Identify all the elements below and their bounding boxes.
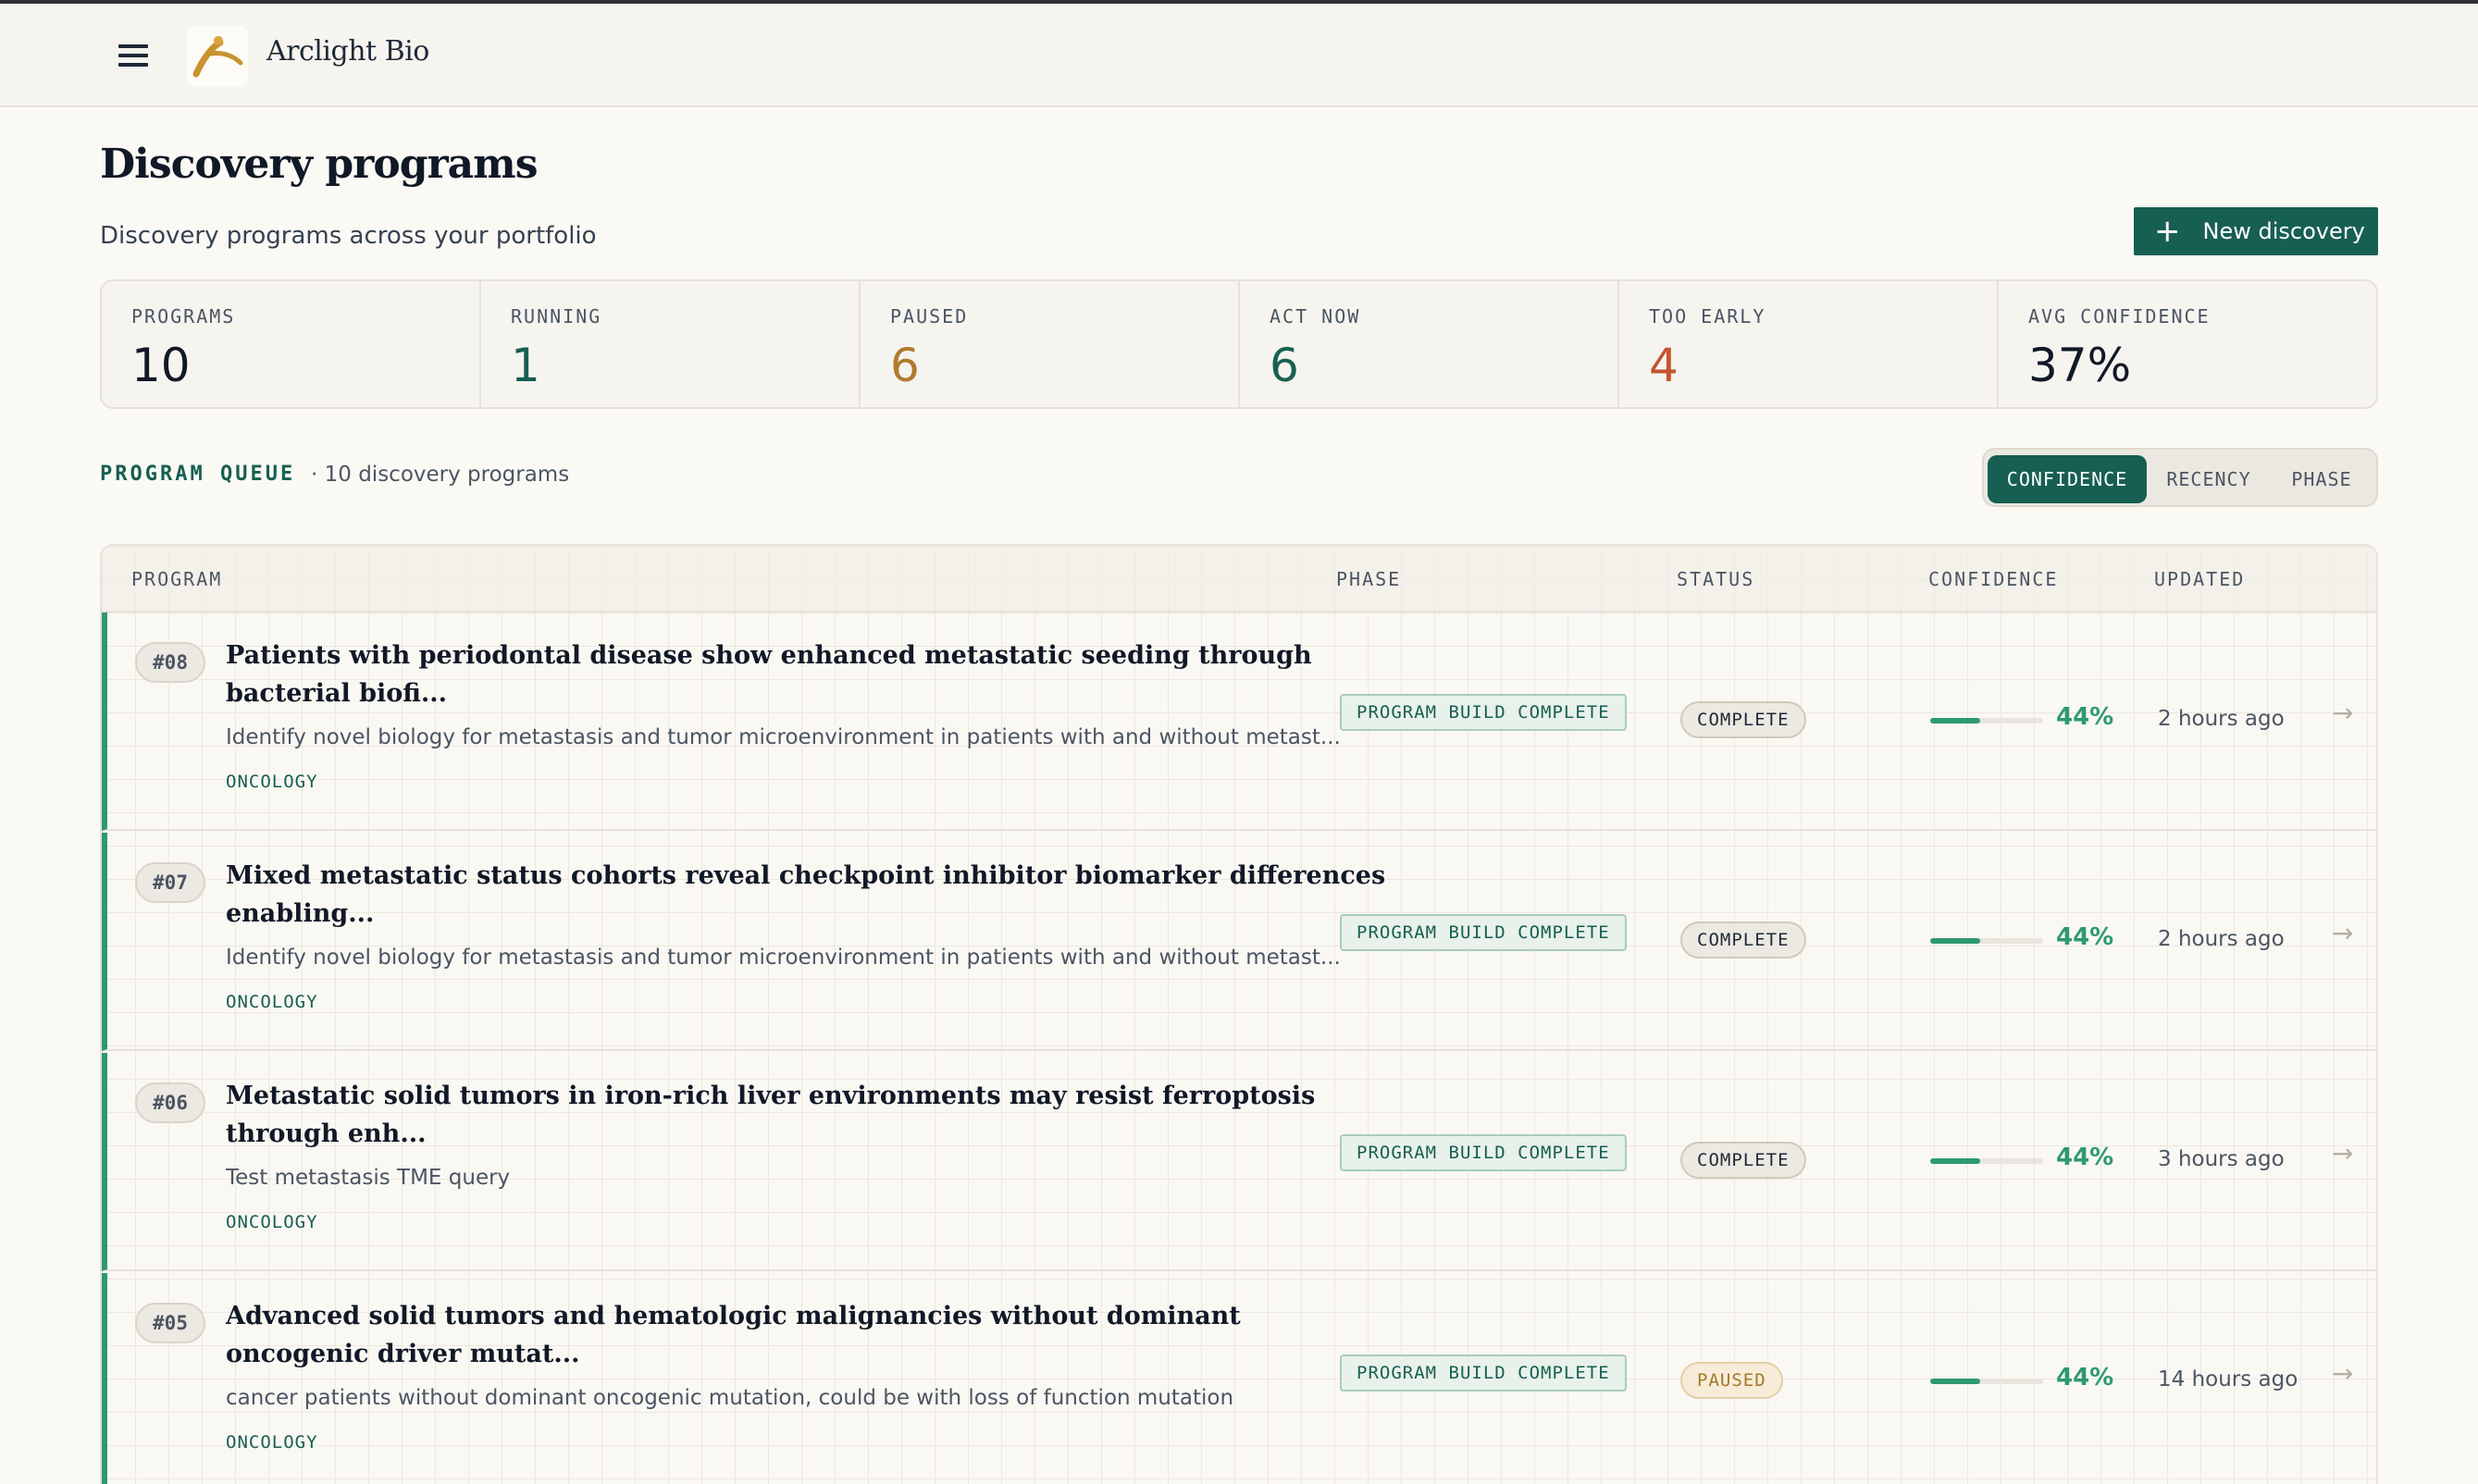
table-header: PROGRAM PHASE STATUS CONFIDENCE UPDATED [102,546,2376,612]
confidence-value: 44% [2056,1144,2114,1171]
confidence-bar [1930,1379,2043,1384]
queue-label: PROGRAM QUEUE [100,463,296,486]
row-number: #07 [135,862,205,903]
updated-time: 3 hours ago [2158,1147,2285,1171]
row-number: #05 [135,1303,205,1343]
confidence-bar [1930,718,2043,723]
status-badge: COMPLETE [1680,701,1806,738]
confidence-value: 44% [2056,923,2114,951]
new-discovery-label: New discovery [2202,218,2365,244]
table-row[interactable]: #08 Patients with periodontal disease sh… [102,612,2376,831]
stat-value: 1 [511,339,540,392]
table-row[interactable]: #05 Advanced solid tumors and hematologi… [102,1273,2376,1484]
arclight-logo-icon [192,36,243,78]
row-description: Test metastasis TME query [226,1166,511,1190]
sort-toggle: CONFIDENCE RECENCY PHASE [1982,448,2378,507]
table-row[interactable]: #06 Metastatic solid tumors in iron-rich… [102,1053,2376,1271]
status-badge: COMPLETE [1680,1142,1806,1179]
row-description: Identify novel biology for metastasis an… [226,946,1341,970]
row-tag: ONCOLOGY [226,1432,318,1453]
stat-value: 4 [1649,339,1679,392]
confidence-fill [1930,938,1980,944]
stat-value: 6 [890,339,920,392]
row-number: #06 [135,1082,205,1123]
stat-label: ACT NOW [1270,305,1361,328]
stat-label: PAUSED [890,305,969,328]
confidence-bar [1930,938,2043,944]
arrow-right-icon[interactable]: → [2332,1138,2353,1169]
confidence-bar [1930,1158,2043,1164]
stat-programs: PROGRAMS 10 [102,281,481,407]
arrow-right-icon[interactable]: → [2332,698,2353,728]
row-description: Identify novel biology for metastasis an… [226,725,1341,749]
stat-act-now: ACT NOW 6 [1240,281,1619,407]
row-tag: ONCOLOGY [226,772,318,792]
header-phase[interactable]: PHASE [1336,568,1401,590]
stat-label: PROGRAMS [131,305,236,328]
row-title[interactable]: Mixed metastatic status cohorts reveal c… [226,857,1392,933]
brand-logo[interactable] [187,26,248,87]
status-badge: COMPLETE [1680,921,1806,958]
program-table: PROGRAM PHASE STATUS CONFIDENCE UPDATED … [100,544,2378,1484]
menu-icon[interactable] [115,41,152,70]
page-title: Discovery programs [100,141,538,188]
arrow-right-icon[interactable]: → [2332,1358,2353,1389]
queue-count: · 10 discovery programs [311,463,570,487]
phase-badge: PROGRAM BUILD COMPLETE [1340,694,1627,731]
row-tag: ONCOLOGY [226,992,318,1012]
updated-time: 2 hours ago [2158,927,2285,951]
stat-value: 6 [1270,339,1299,392]
stat-label: RUNNING [511,305,602,328]
sort-confidence-button[interactable]: CONFIDENCE [1988,455,2147,503]
status-badge: PAUSED [1680,1362,1783,1399]
stat-label: TOO EARLY [1649,305,1766,328]
sort-phase-button[interactable]: PHASE [2271,455,2373,503]
confidence-fill [1930,1379,1980,1384]
row-title[interactable]: Metastatic solid tumors in iron-rich liv… [226,1077,1392,1153]
row-tag: ONCOLOGY [226,1212,318,1232]
brand-name[interactable]: Arclight Bio [266,35,429,68]
header-program[interactable]: PROGRAM [131,568,222,590]
stat-too-early: TOO EARLY 4 [1619,281,1999,407]
plus-icon: + [2154,213,2181,250]
sort-recency-button[interactable]: RECENCY [2150,455,2267,503]
row-title[interactable]: Patients with periodontal disease show e… [226,637,1392,712]
phase-badge: PROGRAM BUILD COMPLETE [1340,1354,1627,1391]
stat-label: AVG CONFIDENCE [2028,305,2211,328]
row-description: cancer patients without dominant oncogen… [226,1386,1234,1410]
stat-value: 10 [131,339,191,392]
phase-badge: PROGRAM BUILD COMPLETE [1340,914,1627,951]
arrow-right-icon[interactable]: → [2332,918,2353,948]
page-subtitle: Discovery programs across your portfolio [100,222,597,250]
stat-running: RUNNING 1 [481,281,861,407]
confidence-fill [1930,1158,1980,1164]
new-discovery-button[interactable]: + New discovery [2134,207,2378,255]
stat-value: 37% [2028,339,2132,392]
updated-time: 2 hours ago [2158,707,2285,731]
phase-badge: PROGRAM BUILD COMPLETE [1340,1134,1627,1171]
updated-time: 14 hours ago [2158,1367,2298,1391]
confidence-value: 44% [2056,1364,2114,1391]
stat-paused: PAUSED 6 [861,281,1240,407]
stats-panel: PROGRAMS 10 RUNNING 1 PAUSED 6 ACT NOW 6… [100,279,2378,409]
row-number: #08 [135,642,205,683]
confidence-fill [1930,718,1980,723]
header-updated[interactable]: UPDATED [2154,568,2245,590]
table-row[interactable]: #07 Mixed metastatic status cohorts reve… [102,833,2376,1051]
header-status[interactable]: STATUS [1677,568,1754,590]
confidence-value: 44% [2056,703,2114,731]
row-title[interactable]: Advanced solid tumors and hematologic ma… [226,1297,1392,1373]
stat-avg-confidence: AVG CONFIDENCE 37% [1999,281,2376,407]
app-header: Arclight Bio [0,4,2478,107]
header-confidence[interactable]: CONFIDENCE [1928,568,2058,590]
